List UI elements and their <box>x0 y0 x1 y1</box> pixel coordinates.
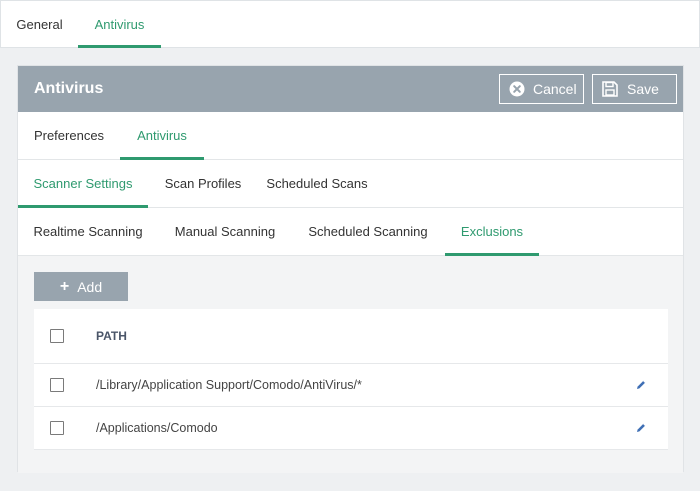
tab-scheduled-scanning[interactable]: Scheduled Scanning <box>292 208 444 255</box>
antivirus-panel: Antivirus Cancel Save Preferences Antivi… <box>17 65 684 473</box>
tab-antivirus[interactable]: Antivirus <box>78 1 161 48</box>
cancel-label: Cancel <box>533 81 577 97</box>
tab-scheduled-scans[interactable]: Scheduled Scans <box>258 160 376 207</box>
settings-tab-bar: Preferences Antivirus <box>18 112 683 160</box>
pencil-icon[interactable] <box>634 378 648 392</box>
path-cell: /Applications/Comodo <box>96 421 218 435</box>
scanner-settings-tab-bar: Realtime Scanning Manual Scanning Schedu… <box>18 208 683 256</box>
tab-realtime-scanning[interactable]: Realtime Scanning <box>18 208 158 255</box>
antivirus-tab-bar: Scanner Settings Scan Profiles Scheduled… <box>18 160 683 208</box>
tab-manual-scanning[interactable]: Manual Scanning <box>158 208 292 255</box>
tab-scan-profiles[interactable]: Scan Profiles <box>148 160 258 207</box>
row-checkbox[interactable] <box>50 378 64 392</box>
table-row: /Library/Application Support/Comodo/Anti… <box>34 364 668 407</box>
save-label: Save <box>627 81 659 97</box>
select-all-checkbox[interactable] <box>50 329 64 343</box>
table-row: /Applications/Comodo <box>34 407 668 450</box>
plus-icon: + <box>59 277 70 295</box>
tab-scanner-settings[interactable]: Scanner Settings <box>18 160 148 208</box>
add-button[interactable]: + Add <box>34 272 128 301</box>
tab-antivirus-settings[interactable]: Antivirus <box>120 112 204 160</box>
row-checkbox[interactable] <box>50 421 64 435</box>
exclusions-table: PATH /Library/Application Support/Comodo… <box>34 309 668 450</box>
panel-title: Antivirus <box>34 80 104 97</box>
tab-preferences[interactable]: Preferences <box>18 112 120 159</box>
exclusions-content: + Add PATH /Library/Application Support/… <box>18 256 683 473</box>
floppy-disk-icon <box>601 80 619 98</box>
panel-header: Antivirus Cancel Save <box>18 66 683 112</box>
path-cell: /Library/Application Support/Comodo/Anti… <box>96 378 362 392</box>
add-label: Add <box>77 278 103 295</box>
top-tab-bar: General Antivirus <box>0 0 700 48</box>
tab-general[interactable]: General <box>1 1 78 47</box>
save-button[interactable]: Save <box>592 74 677 104</box>
cancel-button[interactable]: Cancel <box>499 74 584 104</box>
pencil-icon[interactable] <box>634 421 648 435</box>
path-column-header: PATH <box>96 329 127 343</box>
close-circle-icon <box>509 81 525 97</box>
tab-exclusions[interactable]: Exclusions <box>445 208 539 256</box>
table-header-row: PATH <box>34 309 668 364</box>
